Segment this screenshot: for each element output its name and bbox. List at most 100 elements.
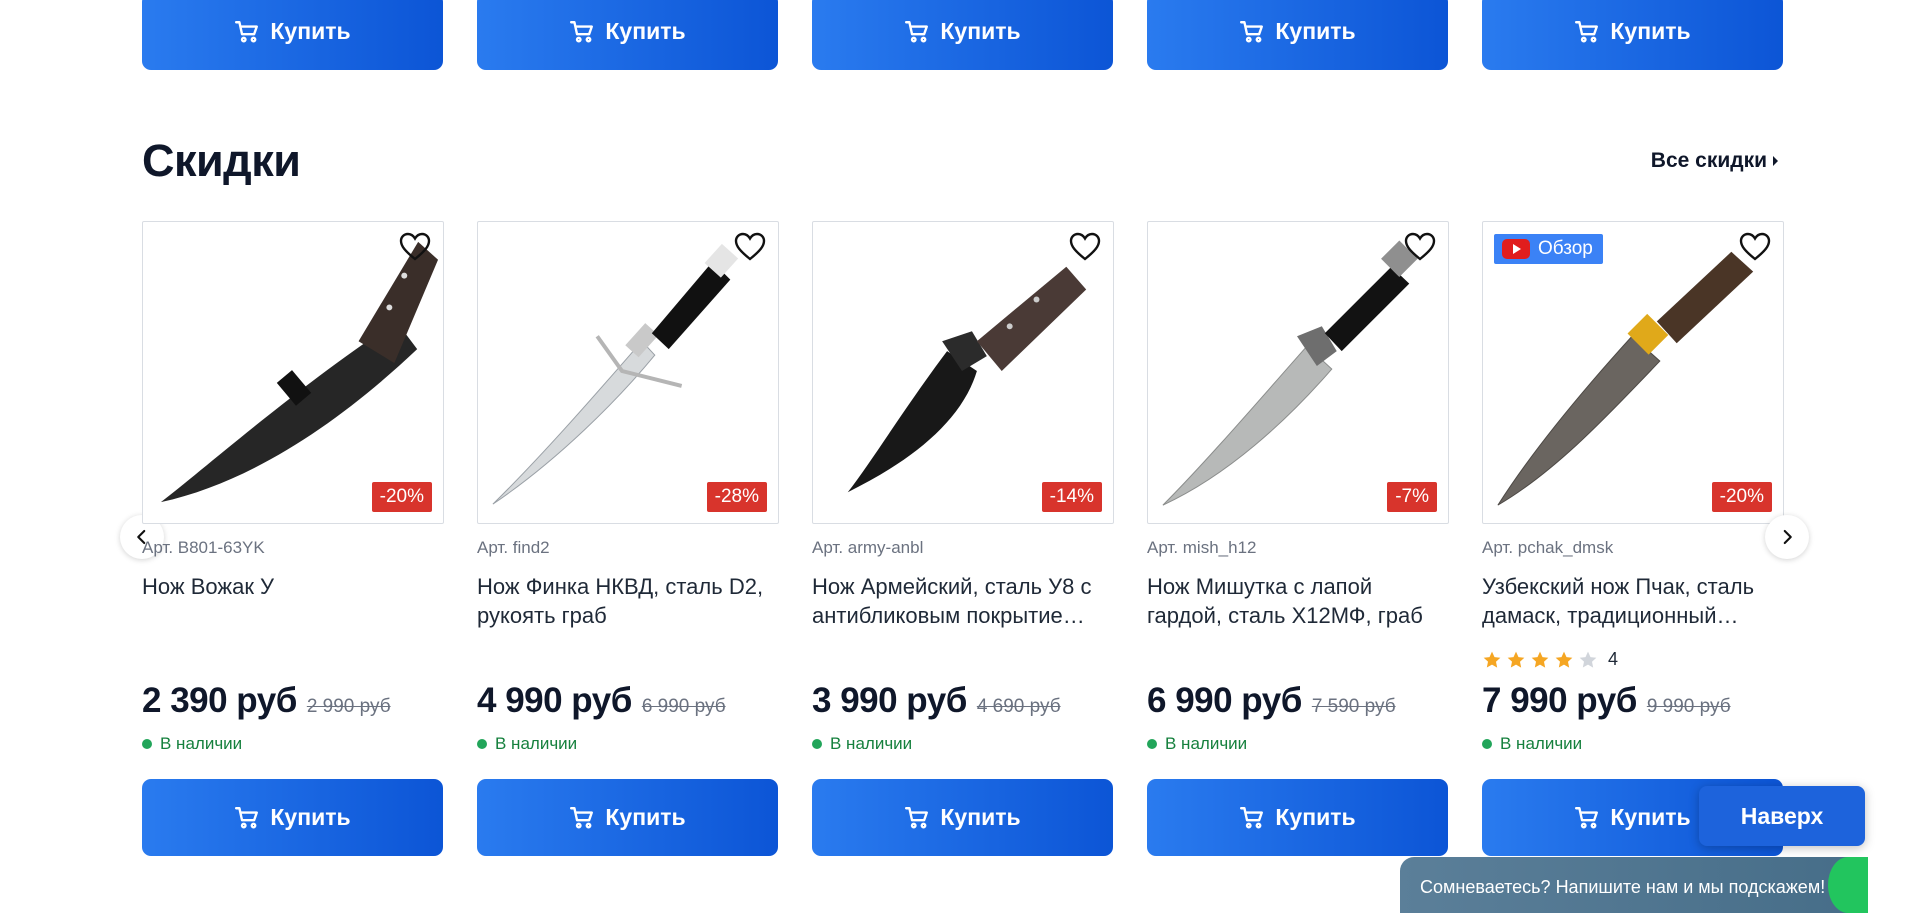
product-price: 6 990 руб xyxy=(1147,681,1302,720)
product-old-price: 6 990 руб xyxy=(641,696,726,717)
product-image[interactable]: -20% xyxy=(142,221,444,524)
chevron-right-icon xyxy=(1783,529,1792,545)
buy-button[interactable]: Купить xyxy=(812,779,1113,856)
stock-status: В наличии xyxy=(1482,734,1582,754)
product-card[interactable]: -20% Арт. B801-63YK Нож Вожак У 2 390 ру… xyxy=(142,221,444,753)
buy-label: Купить xyxy=(1275,18,1356,44)
product-sku: Арт. B801-63YK xyxy=(142,538,265,557)
stock-status: В наличии xyxy=(477,734,577,754)
scroll-to-top-button[interactable]: Наверх xyxy=(1699,786,1865,846)
product-image[interactable]: Обзор -20% xyxy=(1482,221,1784,524)
buy-label: Купить xyxy=(940,18,1021,44)
stock-status: В наличии xyxy=(812,734,912,754)
all-discounts-link[interactable]: Все скидки xyxy=(1651,149,1778,173)
in-stock-dot-icon xyxy=(812,739,822,749)
buy-button[interactable]: Купить xyxy=(1147,0,1448,70)
in-stock-dot-icon xyxy=(1482,739,1492,749)
buy-label: Купить xyxy=(270,18,351,44)
cart-icon xyxy=(570,20,594,43)
cart-icon xyxy=(1240,806,1264,829)
knife-image xyxy=(160,241,439,503)
cart-icon xyxy=(905,806,929,829)
carousel-next-button[interactable] xyxy=(1765,515,1809,559)
discount-badge: -20% xyxy=(1711,482,1772,512)
buy-button[interactable]: Купить xyxy=(812,0,1113,70)
knife-image xyxy=(847,266,1087,493)
review-badge[interactable]: Обзор xyxy=(1494,234,1603,264)
star-empty-icon xyxy=(1579,651,1597,668)
product-old-price: 2 990 руб xyxy=(306,696,391,717)
buy-button[interactable]: Купить xyxy=(1147,779,1448,856)
buy-button[interactable]: Купить xyxy=(142,779,443,856)
product-price: 2 390 руб xyxy=(142,681,297,720)
product-sku: Арт. find2 xyxy=(477,538,550,557)
stock-label: В наличии xyxy=(1500,734,1583,753)
star-filled-icon xyxy=(1555,651,1573,668)
heart-icon[interactable] xyxy=(1739,232,1771,262)
product-name[interactable]: Нож Мишутка с лапой гардой, сталь Х12МФ,… xyxy=(1147,572,1449,630)
in-stock-dot-icon xyxy=(1147,739,1157,749)
rating-count: 4 xyxy=(1608,649,1619,669)
cart-icon xyxy=(1575,20,1599,43)
product-price: 4 990 руб xyxy=(477,681,632,720)
product-card[interactable]: -7% Арт. mish_h12 Нож Мишутка с лапой га… xyxy=(1147,221,1449,753)
chat-indicator-icon xyxy=(1828,857,1868,913)
buy-label: Купить xyxy=(270,804,351,830)
cart-icon xyxy=(905,20,929,43)
youtube-icon xyxy=(1502,239,1530,259)
product-card[interactable]: -28% Арт. find2 Нож Финка НКВД, сталь D2… xyxy=(477,221,779,753)
price-row: 7 990 руб 9 990 руб xyxy=(1482,681,1731,721)
product-name[interactable]: Нож Армейский, сталь У8 с антибликовым п… xyxy=(812,572,1114,630)
buy-button[interactable]: Купить xyxy=(477,0,778,70)
price-row: 2 390 руб 2 990 руб xyxy=(142,681,391,721)
buy-label: Купить xyxy=(1610,18,1691,44)
product-image[interactable]: -14% xyxy=(812,221,1114,524)
heart-icon[interactable] xyxy=(734,232,766,262)
star-filled-icon xyxy=(1483,651,1501,668)
cart-icon xyxy=(1575,806,1599,829)
product-card[interactable]: -14% Арт. army-anbl Нож Армейский, сталь… xyxy=(812,221,1114,753)
chat-widget[interactable]: Сомневаетесь? Напишите нам и мы подскаже… xyxy=(1400,857,1866,913)
product-name[interactable]: Нож Вожак У xyxy=(142,572,444,630)
buy-button[interactable]: Купить xyxy=(142,0,443,70)
product-price: 3 990 руб xyxy=(812,681,967,720)
in-stock-dot-icon xyxy=(142,739,152,749)
product-sku: Арт. pchak_dmsk xyxy=(1482,538,1614,557)
buy-label: Купить xyxy=(1610,804,1691,830)
price-row: 6 990 руб 7 590 руб xyxy=(1147,681,1396,721)
stock-label: В наличии xyxy=(830,734,913,753)
in-stock-dot-icon xyxy=(477,739,487,749)
product-old-price: 7 590 руб xyxy=(1311,696,1396,717)
cart-icon xyxy=(235,20,259,43)
all-discounts-label: Все скидки xyxy=(1650,149,1767,172)
buy-button[interactable]: Купить xyxy=(477,779,778,856)
buy-button[interactable]: Купить xyxy=(1482,0,1783,70)
product-rating: 4 xyxy=(1482,649,1618,670)
section-title: Скидки xyxy=(142,135,301,186)
discount-badge: -20% xyxy=(371,482,432,512)
cart-icon xyxy=(235,806,259,829)
buy-label: Купить xyxy=(940,804,1021,830)
stock-label: В наличии xyxy=(160,734,243,753)
product-image[interactable]: -28% xyxy=(477,221,779,524)
buy-label: Купить xyxy=(605,804,686,830)
star-filled-icon xyxy=(1531,651,1549,668)
knife-image xyxy=(492,243,739,505)
review-badge-label: Обзор xyxy=(1538,238,1593,259)
product-price: 7 990 руб xyxy=(1482,681,1637,720)
product-name[interactable]: Нож Финка НКВД, сталь D2, рукоять граб xyxy=(477,572,779,630)
buy-label: Купить xyxy=(1275,804,1356,830)
stock-status: В наличии xyxy=(142,734,242,754)
discount-badge: -7% xyxy=(1387,482,1437,512)
product-name[interactable]: Узбекский нож Пчак, сталь дамаск, традиц… xyxy=(1482,572,1784,630)
product-card[interactable]: Обзор -20% Арт. pchak_dmsk Узбекский нож… xyxy=(1482,221,1784,753)
heart-icon[interactable] xyxy=(1069,232,1101,262)
product-image[interactable]: -7% xyxy=(1147,221,1449,524)
stock-label: В наличии xyxy=(495,734,578,753)
heart-icon[interactable] xyxy=(1404,232,1436,262)
heart-icon[interactable] xyxy=(399,232,431,262)
cart-icon xyxy=(570,806,594,829)
product-old-price: 9 990 руб xyxy=(1646,696,1731,717)
stock-label: В наличии xyxy=(1165,734,1248,753)
caret-right-icon xyxy=(1773,156,1778,166)
